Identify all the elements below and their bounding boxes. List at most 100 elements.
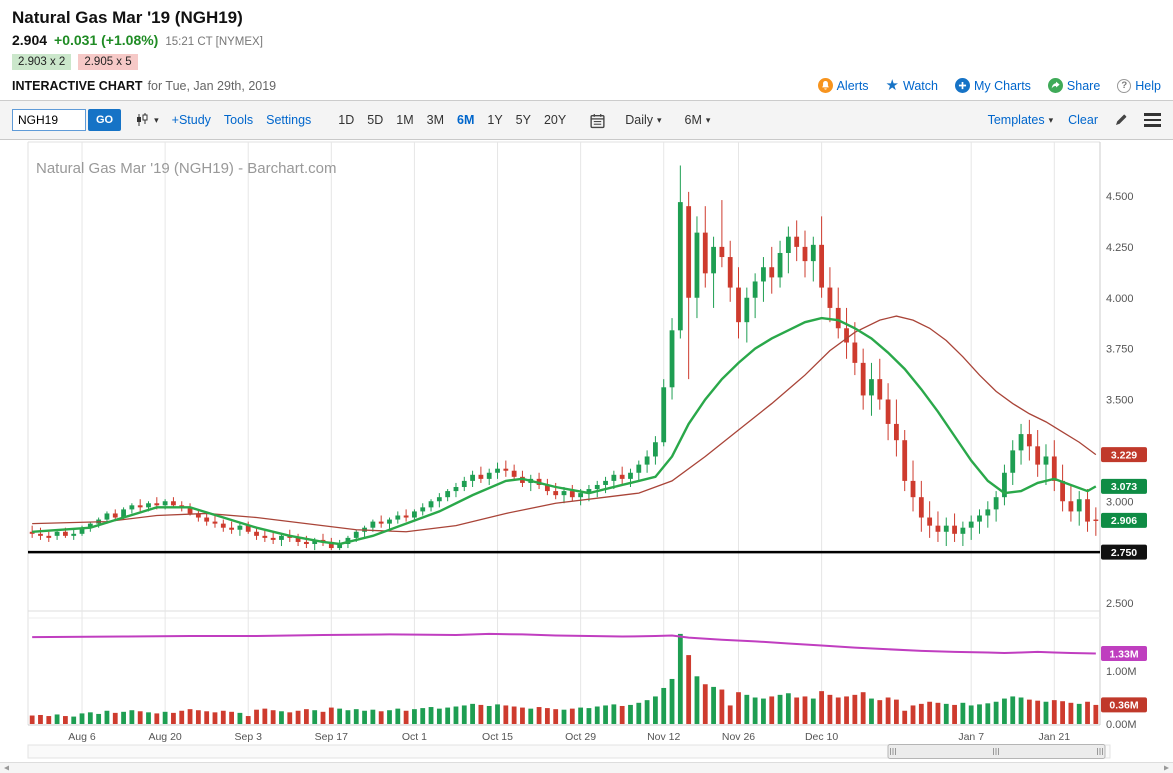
candle-body	[304, 542, 309, 544]
volume-bar	[803, 696, 808, 724]
frequency-dropdown[interactable]: Daily ▾	[625, 113, 661, 127]
volume-bar	[454, 707, 459, 724]
help-link[interactable]: ? Help	[1117, 79, 1161, 93]
page-title: Natural Gas Mar '19 (NGH19)	[12, 8, 1161, 28]
volume-bar	[794, 698, 799, 725]
alerts-link[interactable]: Alerts	[818, 78, 869, 93]
symbol-input[interactable]	[12, 109, 86, 131]
volume-badge-text: 1.33M	[1109, 648, 1138, 660]
range-5d[interactable]: 5D	[367, 113, 383, 127]
volume-bar	[545, 708, 550, 724]
volume-bar	[30, 716, 35, 724]
volume-bar	[271, 710, 276, 724]
volume-bar	[994, 702, 999, 724]
volume-bar	[55, 714, 60, 724]
chart-svg[interactable]: Aug 6Aug 20Sep 3Sep 17Oct 1Oct 15Oct 29N…	[0, 140, 1173, 773]
chart-type-dropdown[interactable]: ▾	[134, 112, 159, 128]
volume-bar	[370, 710, 375, 724]
range-3m[interactable]: 3M	[427, 113, 444, 127]
volume-bar	[886, 698, 891, 725]
volume-bar	[105, 711, 110, 724]
volume-bar	[46, 716, 51, 724]
price-badge-text: 3.229	[1111, 449, 1137, 461]
calendar-icon	[589, 112, 606, 129]
ask-chip: 2.905 x 5	[78, 54, 137, 70]
x-axis-label: Nov 26	[722, 731, 755, 743]
share-link[interactable]: Share	[1048, 78, 1100, 93]
tools-link[interactable]: Tools	[224, 113, 253, 127]
my-charts-link[interactable]: My Charts	[955, 78, 1031, 93]
candle-body	[1060, 481, 1065, 501]
range-6m[interactable]: 6M	[457, 113, 474, 127]
range-1m[interactable]: 1M	[396, 113, 413, 127]
volume-bar	[238, 713, 243, 724]
candle-body	[279, 536, 284, 540]
calendar-button[interactable]	[589, 112, 606, 129]
watch-label: Watch	[903, 79, 938, 93]
settings-link[interactable]: Settings	[266, 113, 311, 127]
x-axis-label: Oct 1	[402, 731, 427, 743]
volume-bar	[620, 706, 625, 724]
volume-bar	[379, 711, 384, 724]
candle-body	[55, 532, 60, 536]
volume-bar	[703, 684, 708, 724]
help-label: Help	[1135, 79, 1161, 93]
volume-bar	[1010, 696, 1015, 724]
volume-bar	[553, 709, 558, 724]
volume-bar	[254, 710, 259, 724]
range-buttons: 1D 5D 1M 3M 6M 1Y 5Y 20Y	[338, 113, 566, 127]
chart-area[interactable]: Aug 6Aug 20Sep 3Sep 17Oct 1Oct 15Oct 29N…	[0, 140, 1173, 773]
volume-bar	[412, 709, 417, 724]
volume-bar	[1093, 705, 1098, 724]
volume-bar	[595, 707, 600, 724]
volume-bar	[121, 712, 126, 724]
candle-body	[877, 379, 882, 399]
volume-bar	[977, 704, 982, 724]
candle-body	[769, 267, 774, 277]
range-1y[interactable]: 1Y	[487, 113, 502, 127]
volume-bar	[1019, 698, 1024, 725]
price-change: +0.031 (+1.08%)	[54, 32, 158, 48]
volume-bar	[1085, 702, 1090, 724]
candle-body	[154, 503, 159, 505]
candle-body	[63, 532, 68, 536]
candle-body	[512, 471, 517, 477]
add-study-link[interactable]: +Study	[172, 113, 211, 127]
volume-bar	[877, 700, 882, 724]
range-5y[interactable]: 5Y	[516, 113, 531, 127]
x-axis-label: Dec 10	[805, 731, 838, 743]
volume-bar	[495, 704, 500, 724]
volume-bar	[1060, 701, 1065, 724]
clear-link[interactable]: Clear	[1068, 113, 1098, 127]
candle-body	[1085, 499, 1090, 521]
period-dropdown[interactable]: 6M ▾	[685, 113, 711, 127]
page-scrollbar[interactable]	[0, 763, 1173, 773]
volume-badge-text: 0.36M	[1109, 700, 1138, 712]
draw-button[interactable]	[1113, 112, 1129, 128]
volume-bar	[470, 704, 475, 724]
candle-body	[1019, 434, 1024, 450]
chart-watermark: Natural Gas Mar '19 (NGH19) - Barchart.c…	[36, 160, 336, 177]
go-button[interactable]: GO	[88, 109, 121, 131]
x-axis-label: Aug 6	[68, 731, 96, 743]
volume-bar	[188, 709, 193, 724]
candle-body	[213, 522, 218, 524]
range-20y[interactable]: 20Y	[544, 113, 566, 127]
candle-body	[354, 532, 359, 538]
templates-dropdown[interactable]: Templates ▾	[988, 113, 1054, 127]
y-axis-label: 3.750	[1106, 344, 1134, 356]
volume-bar	[229, 712, 234, 724]
y-axis-label: 3.500	[1106, 395, 1134, 407]
candle-body	[1027, 434, 1032, 446]
candle-body	[395, 515, 400, 519]
menu-button[interactable]	[1144, 113, 1161, 126]
templates-label: Templates	[988, 113, 1045, 127]
volume-bar	[1052, 700, 1057, 724]
range-1d[interactable]: 1D	[338, 113, 354, 127]
volume-bar	[936, 703, 941, 724]
candle-body	[437, 497, 442, 501]
candle-body	[936, 526, 941, 532]
watch-link[interactable]: ★ Watch	[886, 78, 938, 93]
chart-background	[0, 140, 1173, 773]
candle-body	[1010, 450, 1015, 472]
